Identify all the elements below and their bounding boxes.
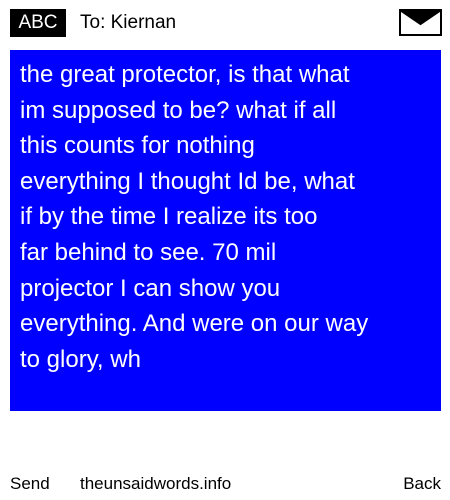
message-body-text: the great protector, is that what im sup… [20,61,369,373]
header-bar: ABC To: Kiernan [0,0,450,46]
send-button[interactable]: Send [10,470,50,498]
back-button[interactable]: Back [403,470,441,498]
input-mode-badge[interactable]: ABC [10,9,66,37]
message-compose-area[interactable]: the great protector, is that what im sup… [10,50,441,411]
envelope-icon [399,9,442,36]
site-label: theunsaidwords.info [80,474,232,493]
recipient-label: To: Kiernan [80,12,177,33]
softkey-bar: Send theunsaidwords.info Back [0,470,450,498]
